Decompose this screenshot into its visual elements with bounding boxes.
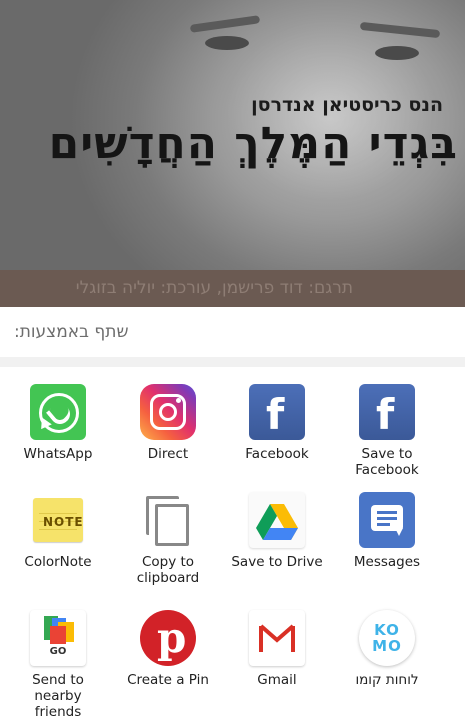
share-target-label: Save to Facebook: [355, 446, 419, 478]
files-go-icon: GO: [30, 610, 86, 666]
google-drive-icon: [249, 492, 305, 548]
gmail-icon: [249, 610, 305, 666]
book-credits: תרגם: דוד פרישמן, עורכת: יוליה בזוגלי: [75, 278, 353, 298]
share-target-colornote[interactable]: NOTE ColorNote: [0, 492, 116, 570]
share-target-label: Messages: [353, 554, 421, 570]
share-target-label: Facebook: [245, 446, 309, 462]
messages-icon: [359, 492, 415, 548]
share-target-label: Direct: [147, 446, 189, 462]
share-target-gmail[interactable]: Gmail: [219, 610, 335, 688]
instagram-icon: [140, 384, 196, 440]
whatsapp-icon: [30, 384, 86, 440]
share-target-label: Copy to clipboard: [136, 554, 200, 586]
share-target-instagram-direct[interactable]: Direct: [110, 384, 226, 462]
share-target-facebook[interactable]: f Facebook: [219, 384, 335, 462]
share-target-label: Gmail: [257, 672, 297, 688]
share-target-label: לוחות קומו: [355, 672, 419, 688]
share-target-files-go[interactable]: GO Send to nearby friends: [0, 610, 116, 720]
share-target-label: WhatsApp: [23, 446, 93, 462]
share-target-whatsapp[interactable]: WhatsApp: [0, 384, 116, 462]
share-target-label: Send to nearby friends: [32, 672, 84, 720]
share-sheet-divider: [0, 357, 465, 367]
copy-icon: [140, 492, 196, 548]
colornote-icon: NOTE: [33, 498, 83, 542]
facebook-icon: f: [249, 384, 305, 440]
book-author: הנס כריסטיאן אנדרסן: [251, 94, 443, 116]
share-target-pinterest[interactable]: p Create a Pin: [110, 610, 226, 688]
share-target-messages[interactable]: Messages: [329, 492, 445, 570]
share-target-save-to-drive[interactable]: Save to Drive: [219, 492, 335, 570]
share-target-label: ColorNote: [24, 554, 92, 570]
share-sheet-title: שתף באמצעות:: [14, 322, 129, 342]
komo-icon: KO MO: [359, 610, 415, 666]
portrait-eye-right: [375, 46, 419, 60]
portrait-eye-left: [205, 36, 249, 50]
share-target-komo[interactable]: KO MO לוחות קומו: [329, 610, 445, 688]
share-target-label: Save to Drive: [231, 554, 323, 570]
share-target-save-to-facebook[interactable]: f Save to Facebook: [329, 384, 445, 478]
book-title: בִּגְדֵי הַמֶּלֶךְ הַחֲדָשִׁים: [48, 118, 458, 169]
facebook-icon: f: [359, 384, 415, 440]
pinterest-icon: p: [140, 610, 196, 666]
share-target-copy-to-clipboard[interactable]: Copy to clipboard: [110, 492, 226, 586]
share-target-label: Create a Pin: [127, 672, 209, 688]
